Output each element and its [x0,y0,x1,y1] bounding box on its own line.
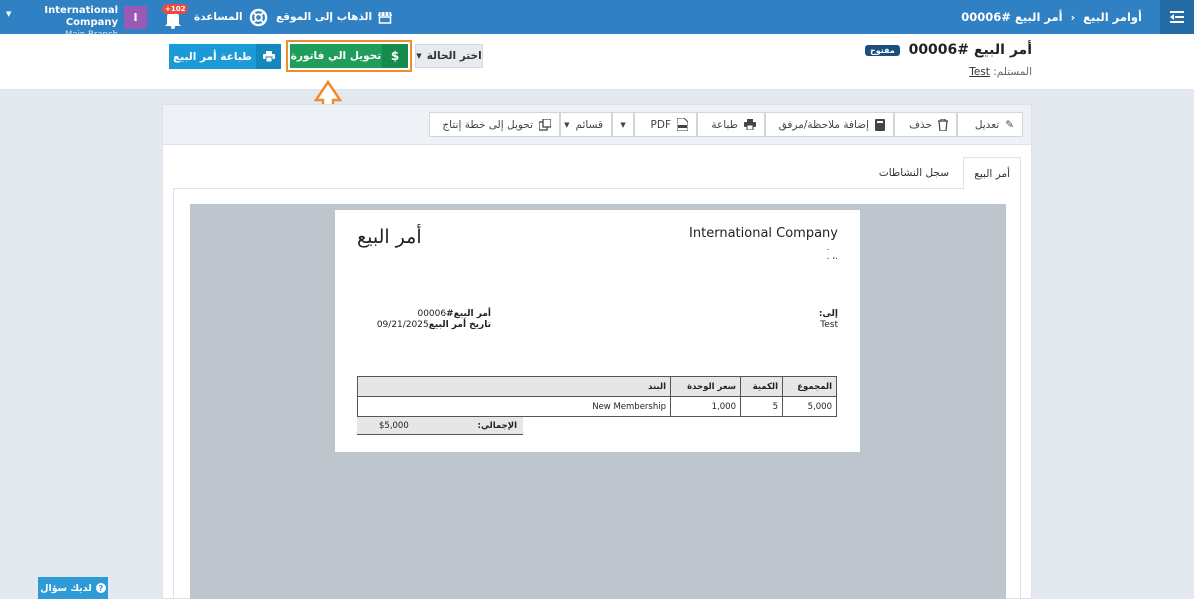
cell-item: New Membership [357,396,671,417]
top-navigation-bar: أوامر البيع ‹ أمر البيع #00006 ▼ Interna… [0,0,1194,40]
document-to-value: Test [820,320,838,330]
notification-count-badge: +102 [162,4,189,14]
more-options-dropdown[interactable]: ▼ [612,112,634,137]
delete-label: حذف [909,118,932,131]
avatar[interactable]: I [124,6,147,29]
page-title: أمر البيع #00006 مفتوح [864,42,1032,58]
printer-icon [256,44,281,69]
action-toolbar: ✎ تعديل حذف إضافة ملاحظة/مرفق طباعة PDF … [163,105,1031,145]
edit-label: تعديل [974,118,1000,131]
convert-highlight-frame: تحويل الي فاتورة $ [286,40,412,72]
document-meta: أمر البيع#00006 تاريخ أمر البيع09/21/202… [373,309,491,331]
convert-to-invoice-button[interactable]: تحويل الي فاتورة $ [290,44,408,68]
column-header-total: المجموع [782,376,837,397]
order-number-value: 00006 [417,309,447,319]
convert-to-production-button[interactable]: تحويل إلى خطة إنتاج [429,112,560,137]
lists-dropdown[interactable]: قسائم ▼ [560,112,612,137]
sales-order-panel: ✎ تعديل حذف إضافة ملاحظة/مرفق طباعة PDF … [162,104,1032,599]
breadcrumb: أوامر البيع ‹ أمر البيع #00006 [961,0,1142,34]
grand-total-label: الإجمالي: [477,421,517,431]
dollar-icon: $ [382,44,408,68]
document-company-name: International Company [689,226,838,241]
printer-icon [744,119,756,130]
caret-down-icon: ▼ [620,120,626,129]
print-button[interactable]: طباعة [697,112,765,137]
breadcrumb-sales-orders[interactable]: أوامر البيع [1083,10,1142,24]
caret-down-icon: ▼ [6,10,12,18]
pdf-label: PDF [650,118,671,131]
add-note-label: إضافة ملاحظة/مرفق [778,118,869,131]
tab-sales-order[interactable]: أمر البيع [963,157,1021,190]
lists-label: قسائم [575,118,604,131]
order-date-value: 09/21/2025 [376,320,429,330]
print-sales-order-button[interactable]: طباعة أمر البيع [169,44,281,69]
document-company-address: . . ،. [827,244,839,262]
cell-unit-price: 1,000 [670,396,741,417]
status-dropdown[interactable]: ▼ اختر الحالة [415,44,483,68]
print-label: طباعة [711,118,738,131]
page-header: أمر البيع #00006 مفتوح المستلم: Test ▼ ا… [0,34,1194,90]
column-header-quantity: الكمية [740,376,783,397]
cell-quantity: 5 [740,396,783,417]
document-address-line-2: . ،. [826,252,839,262]
document-recipient: إلى: Test [819,309,838,331]
menu-toggle-icon [1170,11,1184,23]
order-number-label: أمر البيع# [446,309,491,319]
tab-activity-log[interactable]: سجل النشاطات [869,157,959,189]
print-sales-order-label: طباعة أمر البيع [173,50,252,63]
status-badge: مفتوح [864,44,900,56]
tab-content: International Company . . ،. أمر البيع إ… [173,189,1021,599]
ask-question-label: لديك سؤال [40,582,92,594]
convert-to-invoice-label: تحويل الي فاتورة [290,50,382,62]
add-note-button[interactable]: إضافة ملاحظة/مرفق [765,112,894,137]
column-header-unit-price: سعر الوحدة [670,376,741,397]
caret-down-icon: ▼ [564,120,570,129]
recipient-link[interactable]: Test [969,66,990,78]
question-circle-icon: ? [95,583,106,593]
cell-total: 5,000 [782,396,837,417]
sidebar-toggle-button[interactable] [1160,0,1194,34]
help-link-label: المساعدة [194,11,243,23]
breadcrumb-current: أمر البيع #00006 [961,10,1063,24]
delete-button[interactable]: حذف [894,112,957,137]
trash-icon [938,118,948,131]
order-date-label: تاريخ أمر البيع [428,320,491,330]
grand-total-value: $5,000 [379,421,409,431]
document-title: أمر البيع [357,226,422,248]
column-header-item: البند [357,376,671,397]
convert-to-production-label: تحويل إلى خطة إنتاج [442,118,533,131]
ask-question-button[interactable]: ? لديك سؤال [38,577,108,599]
status-dropdown-label: اختر الحالة [426,50,482,62]
go-to-website-link[interactable]: الذهاب إلى الموقع [276,0,393,34]
lifebuoy-icon [249,8,267,26]
document-preview: International Company . . ،. أمر البيع إ… [190,204,1006,599]
pdf-file-icon [677,118,688,131]
recipient-line: المستلم: Test [969,66,1032,78]
help-link[interactable]: المساعدة [194,0,268,34]
go-to-website-label: الذهاب إلى الموقع [276,11,373,23]
tab-strip: أمر البيع سجل النشاطات [173,157,1021,190]
notifications-button[interactable]: +102 [160,4,189,30]
pencil-icon: ✎ [1005,118,1014,131]
edit-button[interactable]: ✎ تعديل [957,112,1023,137]
copy-icon [539,118,551,131]
recipient-label: المستلم: [993,66,1032,78]
document-to-label: إلى: [818,309,838,319]
store-icon [378,11,393,24]
company-name: International Company [44,5,118,28]
pdf-button[interactable]: PDF [634,112,697,137]
caret-down-icon: ▼ [416,52,422,60]
table-row: New Membership 1,000 5 5,000 [357,396,837,417]
notebook-icon [875,118,885,131]
grand-total-row: الإجمالي: $5,000 [357,417,523,435]
page-title-text: أمر البيع #00006 [908,42,1032,58]
sales-order-document: International Company . . ،. أمر البيع إ… [335,210,860,452]
breadcrumb-separator: ‹ [1070,10,1076,24]
items-table: البند سعر الوحدة الكمية المجموع New Memb… [357,376,837,417]
